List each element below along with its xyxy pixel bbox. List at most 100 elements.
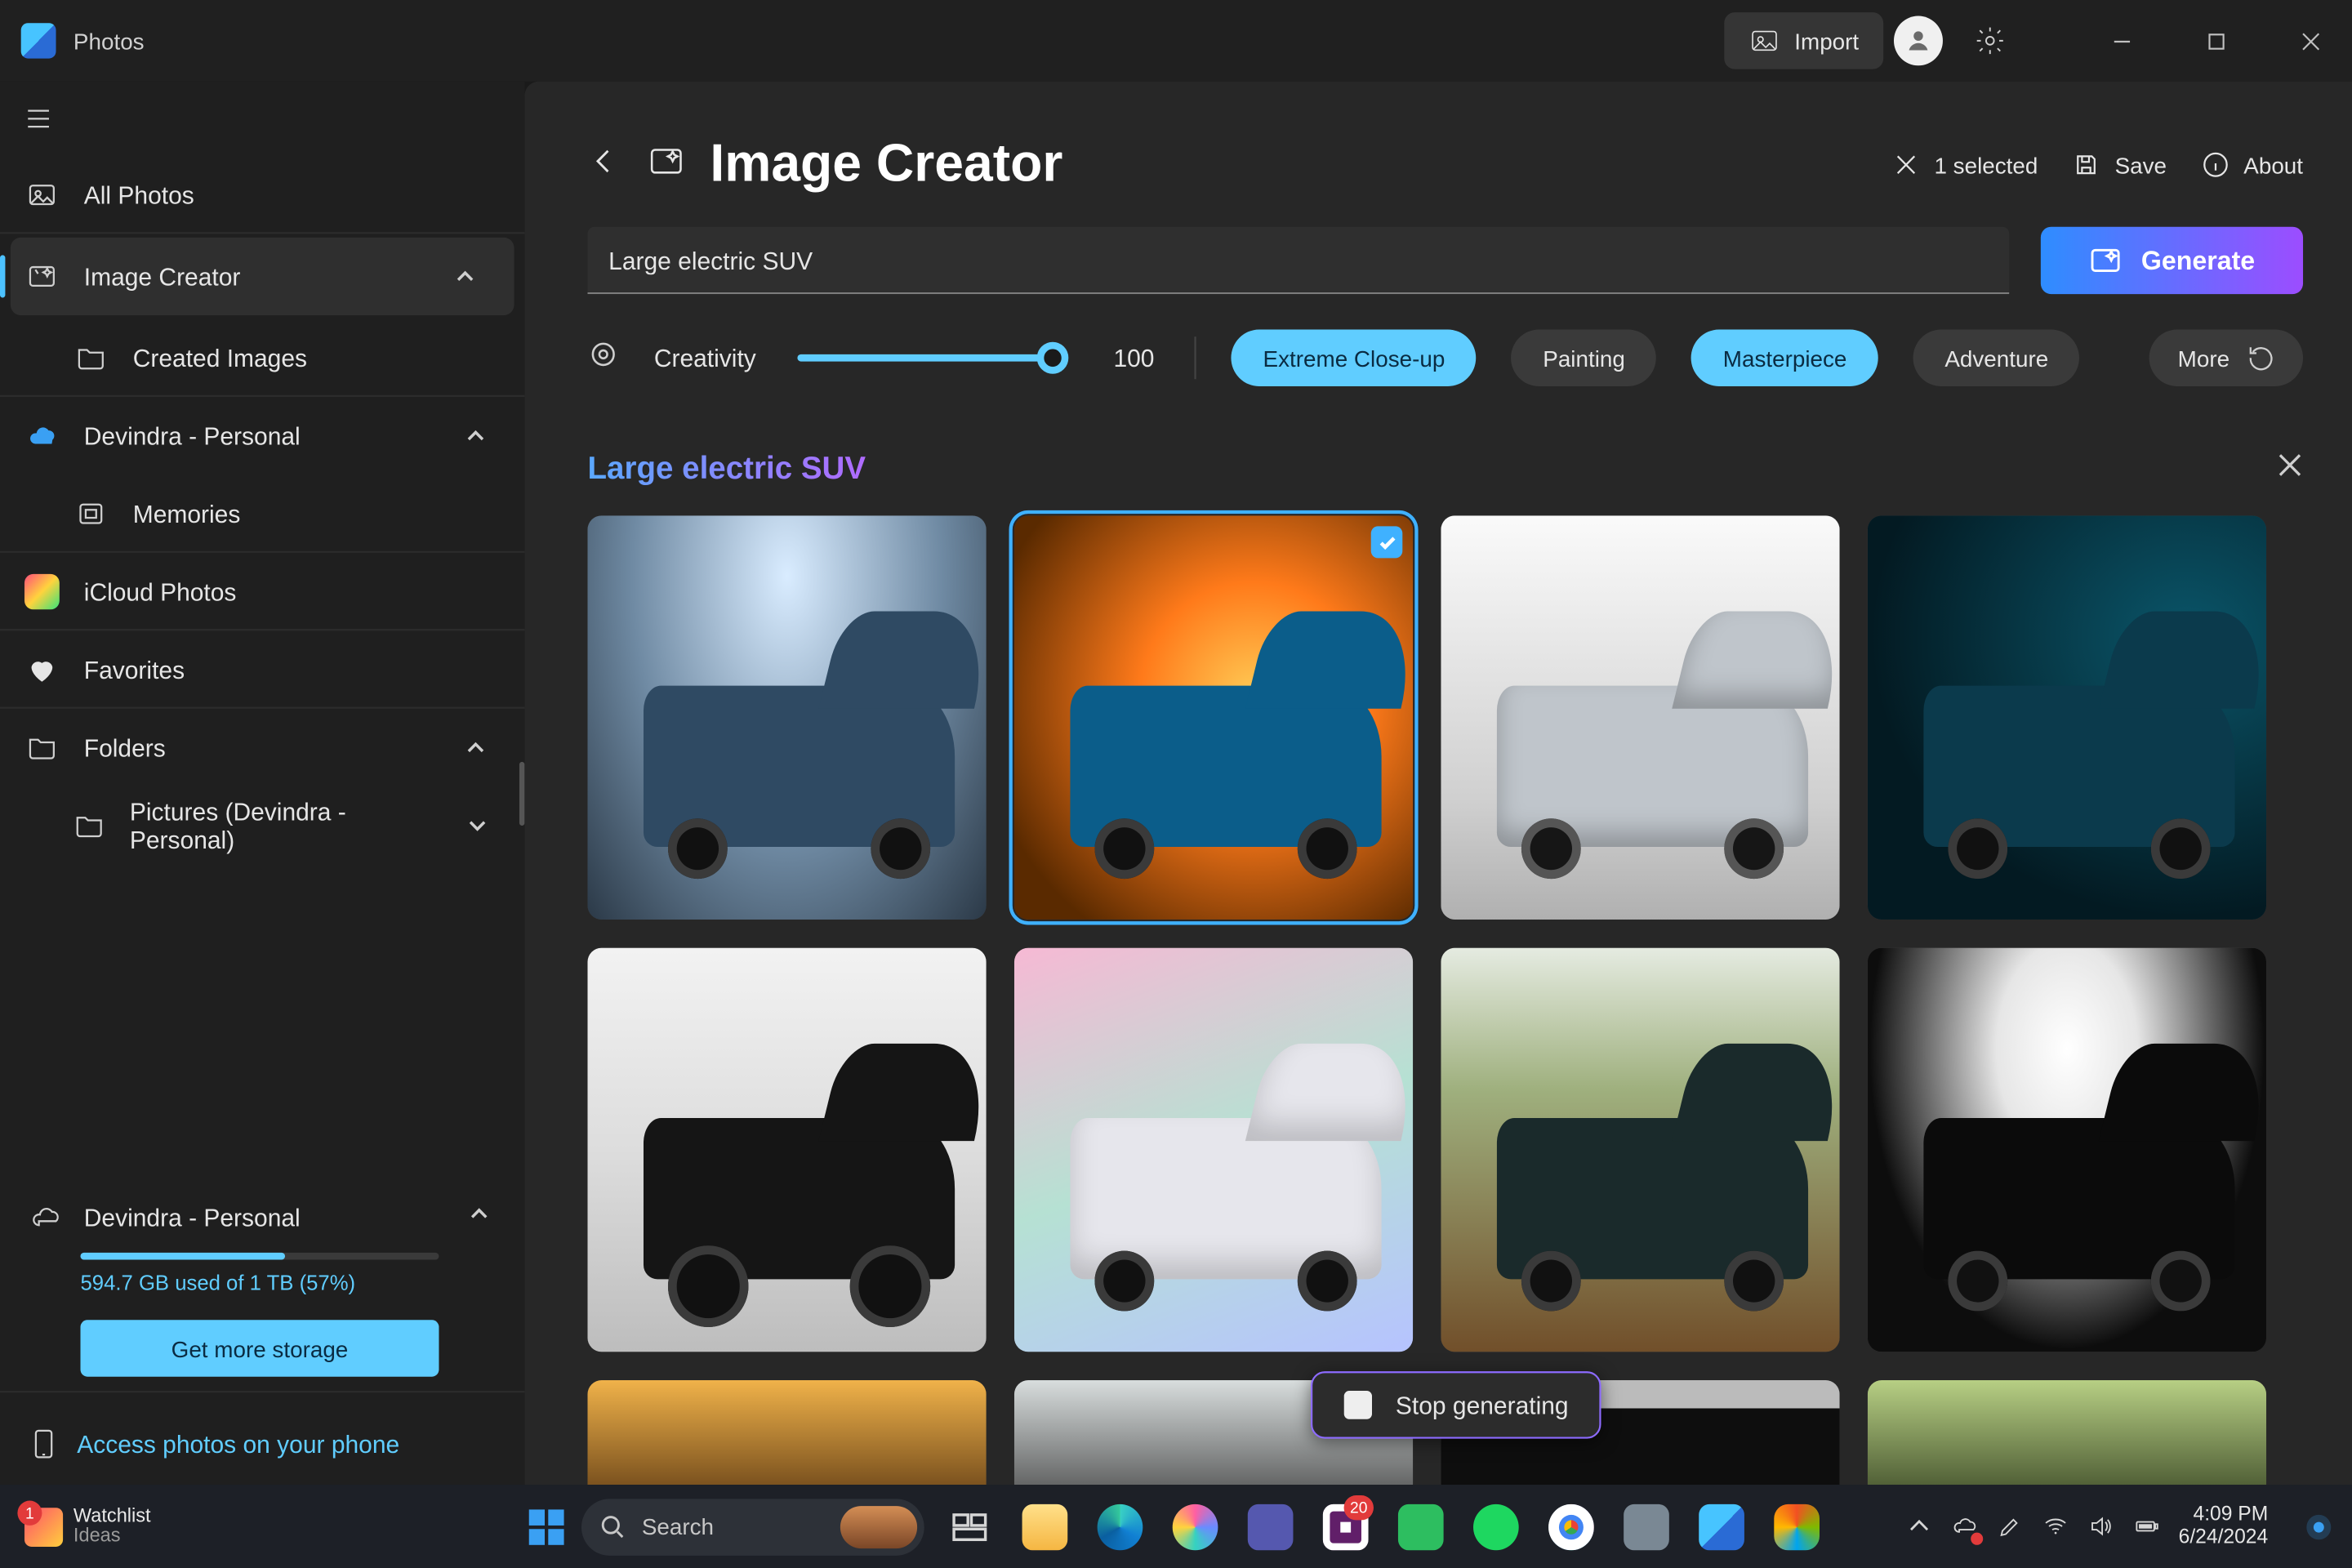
widget-title: Watchlist <box>74 1507 151 1526</box>
title-bar: Photos Import <box>0 0 2352 82</box>
results-title: Large electric SUV <box>587 450 866 488</box>
import-label: Import <box>1794 28 1859 55</box>
cloud-icon <box>28 1200 63 1235</box>
result-thumb[interactable] <box>1014 515 1413 920</box>
clock-date: 6/24/2024 <box>2179 1526 2269 1548</box>
page-title: Image Creator <box>710 135 1062 195</box>
window-close[interactable] <box>2268 0 2352 82</box>
about-button[interactable]: About <box>2202 150 2303 179</box>
user-avatar[interactable] <box>1894 16 1943 66</box>
chrome-icon[interactable] <box>1535 1491 1606 1562</box>
taskbar-search[interactable]: Search <box>581 1498 924 1554</box>
volume-tray-icon <box>2087 1512 2115 1541</box>
sidebar-item-all-photos[interactable]: All Photos <box>0 156 524 234</box>
sidebar-item-label: All Photos <box>84 180 194 208</box>
phone-link[interactable]: Access photos on your phone <box>0 1407 524 1485</box>
sidebar-item-label: Devindra - Personal <box>84 421 301 450</box>
taskbar-clock[interactable]: 4:09 PM 6/24/2024 <box>2179 1504 2269 1549</box>
window-maximize[interactable] <box>2174 0 2258 82</box>
start-button[interactable] <box>521 1502 570 1552</box>
style-chip-painting[interactable]: Painting <box>1512 330 1657 386</box>
creativity-label: Creativity <box>654 344 756 372</box>
sidebar-item-favorites[interactable]: Favorites <box>0 630 524 708</box>
system-tray[interactable] <box>1906 1512 2162 1541</box>
results-close-button[interactable] <box>2277 451 2303 486</box>
memories-icon <box>74 495 109 530</box>
edge-icon[interactable] <box>1085 1491 1155 1562</box>
file-explorer-icon[interactable] <box>1009 1491 1080 1562</box>
deselect-button[interactable]: 1 selected <box>1892 150 2038 179</box>
result-thumb[interactable] <box>587 1380 986 1485</box>
widget-icon: 1 <box>24 1507 63 1546</box>
onedrive-tray-icon <box>1951 1512 1979 1541</box>
settings-button[interactable] <box>1953 0 2027 82</box>
get-storage-button[interactable]: Get more storage <box>80 1320 439 1376</box>
evernote-icon[interactable] <box>1385 1491 1455 1562</box>
sidebar-item-label: Folders <box>84 733 166 762</box>
selected-check-icon <box>1371 526 1403 558</box>
result-thumb[interactable] <box>1868 948 2266 1352</box>
gallery-icon <box>24 176 60 212</box>
sidebar-item-onedrive[interactable]: Devindra - Personal <box>0 397 524 474</box>
result-thumb[interactable] <box>587 948 986 1352</box>
wifi-tray-icon <box>2042 1512 2070 1541</box>
creativity-slider[interactable] <box>798 354 1066 362</box>
chevron-up-icon <box>1906 1512 1934 1541</box>
stop-generating-button[interactable]: Stop generating <box>1310 1371 1601 1438</box>
more-styles-button[interactable]: More <box>2149 330 2303 386</box>
sidebar-item-label: Pictures (Devindra - Personal) <box>130 797 428 853</box>
generate-button[interactable]: Generate <box>2041 227 2303 294</box>
slack-icon[interactable]: 20 <box>1310 1491 1380 1562</box>
prompt-input[interactable] <box>587 227 2009 294</box>
style-chip-masterpiece[interactable]: Masterpiece <box>1691 330 1878 386</box>
image-creator-icon <box>24 259 60 294</box>
chevron-up-icon <box>448 425 504 447</box>
security-icon[interactable] <box>1610 1491 1681 1562</box>
sidebar-item-pictures[interactable]: Pictures (Devindra - Personal) <box>0 786 524 864</box>
m365-icon[interactable] <box>1761 1491 1831 1562</box>
image-creator-glyph <box>647 140 685 189</box>
selected-count: 1 selected <box>1934 151 2038 178</box>
result-thumb[interactable] <box>1441 515 1839 920</box>
app-title: Photos <box>74 28 145 55</box>
storage-detail[interactable]: 594.7 GB used of 1 TB (57%) <box>80 1271 489 1295</box>
result-thumb[interactable] <box>1868 515 2266 920</box>
search-highlight <box>840 1505 916 1548</box>
style-chip-extreme-closeup[interactable]: Extreme Close-up <box>1232 330 1477 386</box>
task-view-icon[interactable] <box>933 1491 1004 1562</box>
back-button[interactable] <box>587 143 622 187</box>
result-thumb[interactable] <box>1014 948 1413 1352</box>
stop-label: Stop generating <box>1396 1391 1569 1419</box>
teams-icon[interactable] <box>1235 1491 1305 1562</box>
result-thumb[interactable] <box>1441 948 1839 1352</box>
sidebar-item-label: Memories <box>133 499 241 528</box>
sidebar-item-label: Image Creator <box>84 262 241 291</box>
sidebar-item-created-images[interactable]: Created Images <box>0 319 524 397</box>
spotify-icon[interactable] <box>1460 1491 1530 1562</box>
chevron-up-icon[interactable] <box>469 1201 490 1233</box>
sidebar-item-label: Created Images <box>133 343 307 372</box>
hamburger-button[interactable] <box>0 82 524 156</box>
stop-icon <box>1343 1391 1371 1419</box>
result-thumb[interactable] <box>1868 1380 2266 1485</box>
heart-icon <box>24 651 60 686</box>
folder-icon <box>24 730 60 765</box>
main-panel: Image Creator 1 selected Save About <box>524 82 2352 1485</box>
creativity-value: 100 <box>1107 344 1160 372</box>
sidebar-item-icloud[interactable]: iCloud Photos <box>0 553 524 630</box>
clock-time: 4:09 PM <box>2179 1504 2269 1526</box>
sidebar-item-folders[interactable]: Folders <box>0 709 524 786</box>
taskbar-widget[interactable]: 1 Watchlist Ideas <box>14 1507 161 1546</box>
photos-taskbar-icon[interactable] <box>1686 1491 1756 1562</box>
import-button[interactable]: Import <box>1725 12 1884 69</box>
phone-link-label: Access photos on your phone <box>77 1430 399 1459</box>
sidebar-item-image-creator[interactable]: Image Creator <box>11 238 514 315</box>
style-chip-adventure[interactable]: Adventure <box>1913 330 2080 386</box>
result-thumb[interactable] <box>587 515 986 920</box>
save-button[interactable]: Save <box>2073 150 2167 179</box>
copilot-icon[interactable] <box>1160 1491 1230 1562</box>
window-minimize[interactable] <box>2079 0 2163 82</box>
more-label: More <box>2178 345 2230 372</box>
sidebar-item-memories[interactable]: Memories <box>0 474 524 552</box>
generate-label: Generate <box>2141 245 2255 275</box>
